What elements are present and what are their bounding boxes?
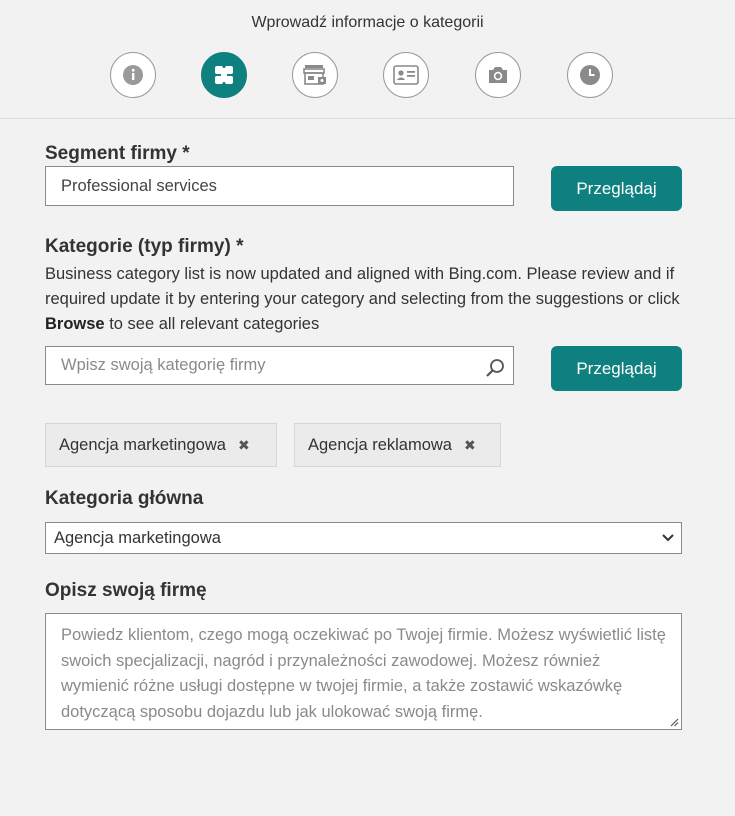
resize-handle-icon[interactable] [669,717,679,727]
storefront-icon [303,65,326,85]
camera-icon [489,67,507,83]
category-search-input[interactable]: Wpisz swoją kategorię firmy [45,346,514,385]
search-icon[interactable] [485,358,505,378]
step-hours[interactable] [567,52,613,98]
category-browse-button[interactable]: Przeglądaj [551,346,682,391]
contact-card-icon [393,65,419,85]
remove-chip-icon[interactable]: ✖ [238,437,250,454]
info-icon [123,65,143,85]
browse-emphasis: Browse [45,315,105,333]
step-storefront[interactable] [292,52,338,98]
main-category-label: Kategoria główna [45,488,204,509]
description-text-end: to see all relevant categories [104,315,320,333]
wizard-title: Wprowadź informacje o kategorii [251,14,484,31]
category-icon [215,66,233,84]
business-description-textarea[interactable]: Powiedz klientom, czego mogą oczekiwać p… [45,613,682,730]
remove-chip-icon[interactable]: ✖ [464,437,476,454]
category-search-placeholder: Wpisz swoją kategorię firmy [61,356,266,374]
business-description-label: Opisz swoją firmę [45,580,207,601]
categories-description: Business category list is now updated an… [45,262,685,337]
step-info[interactable] [110,52,156,98]
segment-browse-button[interactable]: Przeglądaj [551,166,682,211]
chevron-down-icon [662,534,674,542]
wizard-header: Wprowadź informacje o kategorii [0,0,735,119]
business-description-placeholder: Powiedz klientom, czego mogą oczekiwać p… [61,626,666,721]
main-category-select[interactable]: Agencja marketingowa [45,522,682,554]
segment-label: Segment firmy * [45,143,190,164]
segment-input[interactable]: Professional services [45,166,514,206]
clock-icon [580,65,600,85]
main-category-value: Agencja marketingowa [54,528,221,547]
step-category[interactable] [201,52,247,98]
chip-label: Agencja reklamowa [308,435,452,454]
category-chip: Agencja marketingowa ✖ [45,423,277,467]
categories-label: Kategorie (typ firmy) * [45,236,244,257]
category-chip: Agencja reklamowa ✖ [294,423,501,467]
step-contact[interactable] [383,52,429,98]
step-photos[interactable] [475,52,521,98]
wizard-steps [0,52,735,100]
chip-label: Agencja marketingowa [59,435,226,454]
description-text: Business category list is now updated an… [45,265,680,308]
